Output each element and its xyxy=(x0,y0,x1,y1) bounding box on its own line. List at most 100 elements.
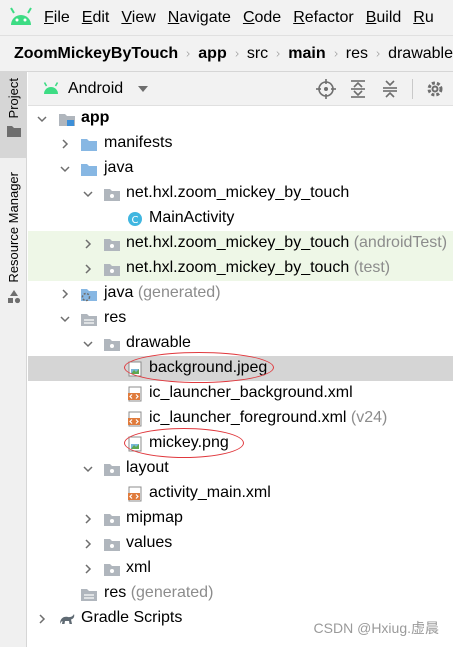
chevron-right-icon[interactable] xyxy=(37,614,47,624)
tree-row-res-generated[interactable]: res (generated) xyxy=(28,581,453,606)
tree-row-ic-launcher-foreground[interactable]: ic_launcher_foreground.xml (v24) xyxy=(28,406,453,431)
chevron-down-icon[interactable] xyxy=(60,314,70,324)
tree-row-drawable[interactable]: drawable xyxy=(28,331,453,356)
watermark: CSDN @Hxiug.虚晨 xyxy=(313,620,439,636)
tree-row-mipmap[interactable]: mipmap xyxy=(28,506,453,531)
tree-row-background-jpeg[interactable]: background.jpeg xyxy=(28,356,453,381)
chevron-right-icon[interactable] xyxy=(60,139,70,149)
tree-label: mipmap xyxy=(126,509,183,526)
tree-label: ic_launcher_background.xml xyxy=(149,384,353,401)
chevron-right-icon[interactable] xyxy=(83,564,93,574)
package-icon xyxy=(104,464,120,476)
breadcrumb-main[interactable]: main xyxy=(288,45,325,63)
package-icon xyxy=(104,264,120,276)
chevron-down-icon[interactable] xyxy=(137,85,149,93)
tree-label: background.jpeg xyxy=(149,359,268,376)
android-icon xyxy=(43,81,59,94)
tree-row-mickey-png[interactable]: mickey.png xyxy=(28,431,453,456)
package-icon xyxy=(104,514,120,526)
gradle-icon xyxy=(60,614,75,624)
tree-row-package-androidtest[interactable]: net.hxl.zoom_mickey_by_touch (androidTes… xyxy=(28,231,453,256)
package-icon xyxy=(104,564,120,576)
breadcrumb-app[interactable]: app xyxy=(198,45,226,63)
breadcrumb-drawable[interactable]: drawable xyxy=(388,45,453,63)
gear-icon[interactable] xyxy=(425,79,445,99)
view-selector[interactable]: Android xyxy=(68,80,123,98)
breadcrumb-project[interactable]: ZoomMickeyByTouch xyxy=(14,45,178,63)
android-studio-icon xyxy=(10,6,32,25)
tree-label: res (generated) xyxy=(104,584,214,601)
xml-file-icon xyxy=(128,386,142,402)
tree-label: manifests xyxy=(104,134,173,151)
tree-row-layout[interactable]: layout xyxy=(28,456,453,481)
resource-folder-icon xyxy=(81,314,97,326)
menu-view[interactable]: View xyxy=(121,9,155,27)
menu-refactor[interactable]: Refactor xyxy=(293,9,353,27)
class-icon: C xyxy=(128,212,142,226)
tree-row-res[interactable]: res xyxy=(28,306,453,331)
menu-edit[interactable]: Edit xyxy=(82,9,110,27)
resource-manager-tab[interactable]: Resource Manager xyxy=(0,166,27,396)
breadcrumb-res[interactable]: res xyxy=(346,45,368,63)
tree-row-app[interactable]: app xyxy=(28,106,453,131)
chevron-down-icon[interactable] xyxy=(60,164,70,174)
tree-label: java (generated) xyxy=(104,284,221,301)
tree-row-java[interactable]: java xyxy=(28,156,453,181)
menu-code[interactable]: Code xyxy=(243,9,281,27)
package-icon xyxy=(104,189,120,201)
project-tool-tab[interactable]: Project xyxy=(0,72,27,158)
tree-row-package-test[interactable]: net.hxl.zoom_mickey_by_touch (test) xyxy=(28,256,453,281)
project-tab-label: Project xyxy=(6,78,21,119)
menu-build[interactable]: Build xyxy=(366,9,402,27)
tree-row-activity-main[interactable]: activity_main.xml xyxy=(28,481,453,506)
chevron-down-icon[interactable] xyxy=(83,339,93,349)
chevron-right-icon xyxy=(276,50,280,57)
menu-navigate[interactable]: Navigate xyxy=(168,9,231,27)
chevron-right-icon xyxy=(235,50,239,57)
tree-row-java-generated[interactable]: java (generated) xyxy=(28,281,453,306)
package-icon xyxy=(104,539,120,551)
breadcrumb-src[interactable]: src xyxy=(247,45,268,63)
chevron-right-icon[interactable] xyxy=(83,264,93,274)
chevron-down-icon[interactable] xyxy=(83,464,93,474)
package-icon xyxy=(104,339,120,351)
package-icon xyxy=(104,239,120,251)
chevron-right-icon[interactable] xyxy=(60,289,70,299)
breadcrumb: ZoomMickeyByTouch app src main res drawa… xyxy=(0,36,453,72)
chevron-right-icon[interactable] xyxy=(83,539,93,549)
chevron-right-icon[interactable] xyxy=(83,514,93,524)
menu-run[interactable]: Ru xyxy=(413,9,433,27)
tree-label: drawable xyxy=(126,334,191,351)
svg-text:C: C xyxy=(132,215,139,226)
project-view-header: Android xyxy=(28,72,453,106)
tree-label: net.hxl.zoom_mickey_by_touch (androidTes… xyxy=(126,234,448,251)
folder-icon xyxy=(81,164,97,176)
menu-file[interactable]: File xyxy=(44,9,70,27)
tree-row-mainactivity[interactable]: C MainActivity xyxy=(28,206,453,231)
tree-label: xml xyxy=(126,559,151,576)
collapse-all-icon[interactable] xyxy=(380,79,400,99)
tree-label: layout xyxy=(126,459,169,476)
locate-target-icon[interactable] xyxy=(316,79,336,99)
tree-label: java xyxy=(104,159,134,176)
chevron-down-icon[interactable] xyxy=(37,114,47,124)
module-folder-icon xyxy=(59,114,75,126)
chevron-down-icon[interactable] xyxy=(83,189,93,199)
folder-icon xyxy=(6,126,21,138)
toolbar-divider xyxy=(412,79,413,99)
chevron-right-icon xyxy=(376,50,380,57)
image-file-icon xyxy=(128,361,142,377)
tree-row-xml[interactable]: xml xyxy=(28,556,453,581)
menu-bar: File Edit View Navigate Code Refactor Bu… xyxy=(0,0,453,36)
tree-label: res xyxy=(104,309,127,326)
folder-icon xyxy=(81,139,97,151)
tree-label: activity_main.xml xyxy=(149,484,271,501)
chevron-right-icon[interactable] xyxy=(83,239,93,249)
tree-label: mickey.png xyxy=(149,434,229,451)
tree-row-package-main[interactable]: net.hxl.zoom_mickey_by_touch xyxy=(28,181,453,206)
tree-row-manifests[interactable]: manifests xyxy=(28,131,453,156)
tree-row-ic-launcher-background[interactable]: ic_launcher_background.xml xyxy=(28,381,453,406)
expand-all-icon[interactable] xyxy=(348,79,368,99)
tree-row-values[interactable]: values xyxy=(28,531,453,556)
chevron-right-icon xyxy=(334,50,338,57)
